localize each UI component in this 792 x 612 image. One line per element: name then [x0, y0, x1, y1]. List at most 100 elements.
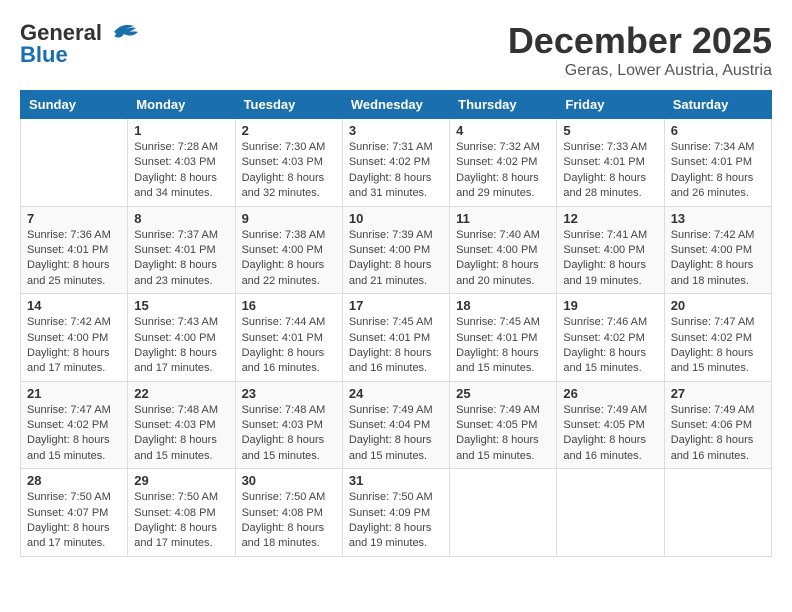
calendar-week-3: 14 Sunrise: 7:42 AMSunset: 4:00 PMDayligh…: [21, 294, 772, 382]
day-info: Sunrise: 7:49 AMSunset: 4:06 PMDaylight:…: [671, 403, 765, 465]
calendar-header-friday: Friday: [557, 91, 664, 119]
day-info: Sunrise: 7:33 AMSunset: 4:01 PMDaylight:…: [563, 140, 657, 202]
day-info: Sunrise: 7:46 AMSunset: 4:02 PMDaylight:…: [563, 315, 657, 377]
day-info: Sunrise: 7:49 AMSunset: 4:05 PMDaylight:…: [563, 403, 657, 465]
day-info: Sunrise: 7:42 AMSunset: 4:00 PMDaylight:…: [671, 228, 765, 290]
calendar-header-row: SundayMondayTuesdayWednesdayThursdayFrid…: [21, 91, 772, 119]
day-number: 10: [349, 211, 443, 226]
calendar-cell: 18 Sunrise: 7:45 AMSunset: 4:01 PMDayligh…: [450, 294, 557, 382]
day-number: 23: [242, 386, 336, 401]
title-section: December 2025 Geras, Lower Austria, Aust…: [508, 20, 772, 80]
day-number: 27: [671, 386, 765, 401]
calendar-cell: 30Sunrise: 7:50 AMSunset: 4:08 PMDayligh…: [235, 469, 342, 557]
calendar-cell: [557, 469, 664, 557]
day-info: Sunrise: 7:48 AMSunset: 4:03 PMDaylight:…: [242, 403, 336, 465]
day-number: 28: [27, 473, 121, 488]
day-info: Sunrise: 7:50 AMSunset: 4:09 PMDaylight:…: [349, 490, 443, 552]
calendar-header-saturday: Saturday: [664, 91, 771, 119]
day-number: 5: [563, 123, 657, 138]
day-info: Sunrise: 7:42 AMSunset: 4:00 PMDaylight:…: [27, 315, 121, 377]
day-info: Sunrise: 7:50 AMSunset: 4:08 PMDaylight:…: [242, 490, 336, 552]
day-number: 2: [242, 123, 336, 138]
day-number: 13: [671, 211, 765, 226]
calendar-cell: [21, 119, 128, 207]
calendar-cell: 1 Sunrise: 7:28 AMSunset: 4:03 PMDaylight…: [128, 119, 235, 207]
calendar-header-monday: Monday: [128, 91, 235, 119]
calendar-cell: 21 Sunrise: 7:47 AMSunset: 4:02 PMDayligh…: [21, 381, 128, 469]
calendar-cell: 12 Sunrise: 7:41 AMSunset: 4:00 PMDayligh…: [557, 206, 664, 294]
day-number: 29: [134, 473, 228, 488]
calendar-cell: 14 Sunrise: 7:42 AMSunset: 4:00 PMDayligh…: [21, 294, 128, 382]
calendar-cell: 11Sunrise: 7:40 AMSunset: 4:00 PMDayligh…: [450, 206, 557, 294]
calendar-cell: 31 Sunrise: 7:50 AMSunset: 4:09 PMDayligh…: [342, 469, 449, 557]
day-info: Sunrise: 7:45 AMSunset: 4:01 PMDaylight:…: [456, 315, 550, 377]
calendar-cell: 22 Sunrise: 7:48 AMSunset: 4:03 PMDayligh…: [128, 381, 235, 469]
day-info: Sunrise: 7:39 AMSunset: 4:00 PMDaylight:…: [349, 228, 443, 290]
day-info: Sunrise: 7:30 AMSunset: 4:03 PMDaylight:…: [242, 140, 336, 202]
day-number: 24: [349, 386, 443, 401]
day-number: 1: [134, 123, 228, 138]
day-number: 8: [134, 211, 228, 226]
day-number: 26: [563, 386, 657, 401]
day-number: 7: [27, 211, 121, 226]
day-info: Sunrise: 7:49 AMSunset: 4:04 PMDaylight:…: [349, 403, 443, 465]
calendar-week-5: 28Sunrise: 7:50 AMSunset: 4:07 PMDayligh…: [21, 469, 772, 557]
calendar-cell: 29Sunrise: 7:50 AMSunset: 4:08 PMDayligh…: [128, 469, 235, 557]
day-info: Sunrise: 7:37 AMSunset: 4:01 PMDaylight:…: [134, 228, 228, 290]
day-info: Sunrise: 7:48 AMSunset: 4:03 PMDaylight:…: [134, 403, 228, 465]
calendar-cell: 13 Sunrise: 7:42 AMSunset: 4:00 PMDayligh…: [664, 206, 771, 294]
calendar-cell: 19 Sunrise: 7:46 AMSunset: 4:02 PMDayligh…: [557, 294, 664, 382]
calendar-cell: 20 Sunrise: 7:47 AMSunset: 4:02 PMDayligh…: [664, 294, 771, 382]
calendar-cell: [664, 469, 771, 557]
day-number: 4: [456, 123, 550, 138]
calendar-cell: 4 Sunrise: 7:32 AMSunset: 4:02 PMDaylight…: [450, 119, 557, 207]
calendar-cell: 7 Sunrise: 7:36 AMSunset: 4:01 PMDaylight…: [21, 206, 128, 294]
day-number: 3: [349, 123, 443, 138]
calendar-cell: 28Sunrise: 7:50 AMSunset: 4:07 PMDayligh…: [21, 469, 128, 557]
day-number: 22: [134, 386, 228, 401]
day-info: Sunrise: 7:40 AMSunset: 4:00 PMDaylight:…: [456, 228, 550, 290]
calendar-cell: 9 Sunrise: 7:38 AMSunset: 4:00 PMDaylight…: [235, 206, 342, 294]
day-info: Sunrise: 7:28 AMSunset: 4:03 PMDaylight:…: [134, 140, 228, 202]
day-info: Sunrise: 7:47 AMSunset: 4:02 PMDaylight:…: [671, 315, 765, 377]
page-header: General Blue December 2025 Geras, Lower …: [20, 20, 772, 80]
day-number: 15: [134, 298, 228, 313]
day-number: 19: [563, 298, 657, 313]
day-number: 14: [27, 298, 121, 313]
calendar-cell: 10 Sunrise: 7:39 AMSunset: 4:00 PMDayligh…: [342, 206, 449, 294]
location-title: Geras, Lower Austria, Austria: [508, 62, 772, 80]
day-number: 20: [671, 298, 765, 313]
day-number: 25: [456, 386, 550, 401]
calendar-header-thursday: Thursday: [450, 91, 557, 119]
day-number: 31: [349, 473, 443, 488]
day-number: 18: [456, 298, 550, 313]
day-info: Sunrise: 7:32 AMSunset: 4:02 PMDaylight:…: [456, 140, 550, 202]
day-number: 17: [349, 298, 443, 313]
calendar-cell: 6 Sunrise: 7:34 AMSunset: 4:01 PMDaylight…: [664, 119, 771, 207]
logo: General Blue: [20, 20, 138, 68]
calendar-header-sunday: Sunday: [21, 91, 128, 119]
day-info: Sunrise: 7:49 AMSunset: 4:05 PMDaylight:…: [456, 403, 550, 465]
calendar-week-4: 21 Sunrise: 7:47 AMSunset: 4:02 PMDayligh…: [21, 381, 772, 469]
day-info: Sunrise: 7:45 AMSunset: 4:01 PMDaylight:…: [349, 315, 443, 377]
day-info: Sunrise: 7:31 AMSunset: 4:02 PMDaylight:…: [349, 140, 443, 202]
day-number: 12: [563, 211, 657, 226]
day-info: Sunrise: 7:41 AMSunset: 4:00 PMDaylight:…: [563, 228, 657, 290]
day-number: 9: [242, 211, 336, 226]
day-info: Sunrise: 7:44 AMSunset: 4:01 PMDaylight:…: [242, 315, 336, 377]
day-number: 6: [671, 123, 765, 138]
calendar-cell: 16Sunrise: 7:44 AMSunset: 4:01 PMDayligh…: [235, 294, 342, 382]
day-info: Sunrise: 7:34 AMSunset: 4:01 PMDaylight:…: [671, 140, 765, 202]
calendar-cell: [450, 469, 557, 557]
calendar-header-tuesday: Tuesday: [235, 91, 342, 119]
day-info: Sunrise: 7:36 AMSunset: 4:01 PMDaylight:…: [27, 228, 121, 290]
logo-text-blue: Blue: [20, 42, 68, 68]
day-info: Sunrise: 7:47 AMSunset: 4:02 PMDaylight:…: [27, 403, 121, 465]
day-info: Sunrise: 7:38 AMSunset: 4:00 PMDaylight:…: [242, 228, 336, 290]
logo-bird-icon: [106, 22, 138, 44]
calendar-table: SundayMondayTuesdayWednesdayThursdayFrid…: [20, 90, 772, 557]
month-title: December 2025: [508, 20, 772, 62]
day-number: 21: [27, 386, 121, 401]
calendar-cell: 25 Sunrise: 7:49 AMSunset: 4:05 PMDayligh…: [450, 381, 557, 469]
calendar-week-1: 1 Sunrise: 7:28 AMSunset: 4:03 PMDaylight…: [21, 119, 772, 207]
